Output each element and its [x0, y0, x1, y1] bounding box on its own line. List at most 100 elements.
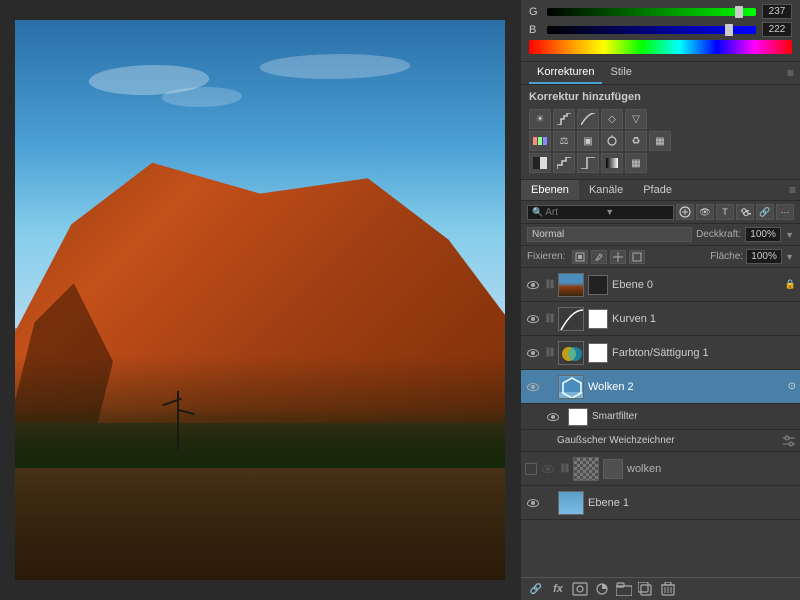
eye-icon [527, 315, 539, 323]
fixieren-row: Fixieren: Fläche: ▼ [521, 246, 800, 268]
layer-item[interactable]: Wolken 2 ⊙ [521, 370, 800, 404]
search-dropdown-icon[interactable]: ▼ [605, 207, 614, 217]
layer-mask-thumbnail [588, 275, 608, 295]
corrections-row-1: ☀ ◇ ▽ [529, 109, 792, 129]
fix-artboard-btn[interactable] [629, 250, 645, 264]
color-picker-bar[interactable] [529, 40, 792, 54]
fix-brush-btn[interactable] [591, 250, 607, 264]
vibrance-icon[interactable]: ▽ [625, 109, 647, 129]
smartfilter-label: Smartfilter [592, 411, 796, 422]
b-slider-thumb[interactable] [725, 24, 733, 36]
selective-color-icon[interactable]: ▦ [625, 153, 647, 173]
layer-item[interactable]: ⛓ wolken [521, 452, 800, 486]
more-filter-btn[interactable]: ⋯ [776, 204, 794, 220]
layer-thumbnail [558, 307, 584, 331]
layer-item-gauss[interactable]: Gaußscher Weichzeichner [521, 430, 800, 452]
opacity-input[interactable] [745, 227, 781, 242]
colorbalance-icon[interactable]: ⚖ [553, 131, 575, 151]
group-layers-btn[interactable] [615, 581, 633, 597]
gauss-settings-icon[interactable] [782, 434, 796, 448]
g-label: G [529, 6, 541, 18]
levels-icon[interactable] [553, 109, 575, 129]
fix-position-btn[interactable] [610, 250, 626, 264]
canvas-image [15, 20, 505, 580]
eye-icon [527, 349, 539, 357]
layers-panel: Ebenen Kanäle Pfade ≡ 🔍 ▼ 👁 T 🔗 ⋯ [521, 180, 800, 600]
adjustment-layer-btn[interactable] [593, 581, 611, 597]
fx-btn[interactable]: fx [549, 581, 567, 597]
visibility-toggle[interactable] [525, 379, 541, 395]
b-label: B [529, 24, 541, 36]
layer-thumbnail [558, 341, 584, 365]
adjust-filter-btn[interactable] [736, 204, 754, 220]
channelmixer-icon[interactable]: ♻ [625, 131, 647, 151]
layers-search-input[interactable] [545, 207, 605, 218]
layer-item[interactable]: ⛓ Kurven 1 [521, 302, 800, 336]
delete-layer-btn[interactable] [659, 581, 677, 597]
g-slider-thumb[interactable] [735, 6, 743, 18]
flaeche-arrow-icon[interactable]: ▼ [785, 252, 794, 262]
corrections-menu-icon[interactable]: ≡ [787, 66, 794, 80]
tab-pfade[interactable]: Pfade [633, 180, 682, 200]
layers-tab-bar: Ebenen Kanäle Pfade ≡ [521, 180, 800, 201]
curves-icon[interactable] [577, 109, 599, 129]
threshold-icon[interactable] [577, 153, 599, 173]
exposure-icon[interactable]: ◇ [601, 109, 623, 129]
text-filter-btn[interactable]: T [716, 204, 734, 220]
layer-name: Ebene 0 [612, 279, 783, 291]
link-filter-btn[interactable]: 🔗 [756, 204, 774, 220]
layer-item-smartfilter[interactable]: Smartfilter [521, 404, 800, 430]
visibility-toggle[interactable] [525, 277, 541, 293]
visibility-toggle[interactable] [525, 345, 541, 361]
layer-checkbox[interactable] [525, 463, 537, 475]
add-mask-btn[interactable] [571, 581, 589, 597]
gradient-map-icon[interactable] [601, 153, 623, 173]
visibility-toggle[interactable] [540, 461, 556, 477]
layer-mask-thumbnail [588, 343, 608, 363]
layer-item[interactable]: Ebene 1 [521, 486, 800, 520]
tab-korrekturen[interactable]: Korrekturen [529, 62, 602, 84]
layer-item[interactable]: ⛓ Ebene 0 🔒 [521, 268, 800, 302]
layer-item[interactable]: ⛓ Farbton/Sättigung 1 [521, 336, 800, 370]
layer-thumbnail [573, 457, 599, 481]
fix-pixels-btn[interactable] [572, 250, 588, 264]
eye-filter-btn[interactable]: 👁 [696, 204, 714, 220]
b-value-input[interactable] [762, 22, 792, 37]
flaeche-label: Fläche: [710, 251, 743, 262]
brightness-icon[interactable]: ☀ [529, 109, 551, 129]
layers-search-bar: 🔍 ▼ 👁 T 🔗 ⋯ [521, 201, 800, 224]
b-slider-track[interactable] [547, 26, 756, 34]
g-value-input[interactable] [762, 4, 792, 19]
flaeche-input[interactable] [746, 249, 782, 264]
photofilter-icon[interactable] [601, 131, 623, 151]
invert-icon[interactable] [529, 153, 551, 173]
tab-ebenen[interactable]: Ebenen [521, 180, 579, 200]
g-slider-track[interactable] [547, 8, 756, 16]
link-layers-btn[interactable]: 🔗 [527, 581, 545, 597]
new-layer-btn[interactable] [637, 581, 655, 597]
posterize-icon[interactable] [553, 153, 575, 173]
right-panel: G B Korrekturen Stile ≡ Korrektur hinzuf… [520, 0, 800, 600]
color-section: G B [521, 0, 800, 62]
corrections-row-2: ⚖ ▣ ♻ ▦ [529, 131, 792, 151]
visibility-toggle[interactable] [525, 495, 541, 511]
hsl-icon[interactable] [529, 131, 551, 151]
layer-name: Wolken 2 [588, 381, 784, 393]
layer-name: Kurven 1 [612, 313, 796, 325]
layers-menu-icon[interactable]: ≡ [789, 183, 796, 197]
canvas-area [0, 0, 520, 600]
eye-icon [527, 499, 539, 507]
b-channel-row: B [529, 22, 792, 37]
opacity-arrow-icon[interactable]: ▼ [785, 230, 794, 240]
blend-mode-select[interactable]: Normal [527, 227, 692, 242]
visibility-toggle[interactable] [545, 409, 561, 425]
create-layer-btn[interactable] [676, 204, 694, 220]
layer-mask-thumbnail [588, 309, 608, 329]
visibility-toggle[interactable] [525, 311, 541, 327]
bw-icon[interactable]: ▣ [577, 131, 599, 151]
thumb-checker [574, 458, 598, 480]
tab-stile[interactable]: Stile [602, 62, 639, 84]
colorlookup-icon[interactable]: ▦ [649, 131, 671, 151]
tab-kanaele[interactable]: Kanäle [579, 180, 633, 200]
layer-name: Farbton/Sättigung 1 [612, 347, 796, 359]
